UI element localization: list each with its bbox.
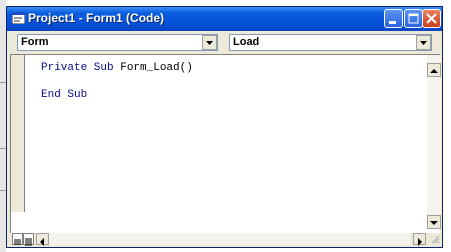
scroll-down-button[interactable]	[427, 215, 441, 229]
chevron-down-icon	[206, 41, 213, 45]
procedure-combo-value: Load	[233, 36, 260, 48]
object-combo-dropdown-button[interactable]	[202, 35, 217, 50]
scroll-left-button[interactable]	[36, 233, 49, 246]
code-keyword: Private Sub	[41, 62, 121, 74]
margin-indicator-bar[interactable]	[11, 55, 25, 212]
code-identifier: Form_Load()	[120, 62, 193, 74]
window-title: Project1 - Form1 (Code)	[28, 11, 165, 25]
full-module-view-icon	[25, 238, 32, 246]
minimize-icon	[389, 21, 396, 24]
procedure-combo[interactable]: Load	[229, 34, 432, 51]
object-combo-value: Form	[21, 36, 49, 48]
code-window: Project1 - Form1 (Code) Form Load Privat…	[6, 6, 443, 248]
horizontal-scroll-track[interactable]	[49, 233, 410, 245]
code-line[interactable]: End Sub	[41, 89, 87, 101]
arrow-up-icon	[430, 69, 438, 73]
resize-grip-icon[interactable]	[429, 233, 440, 245]
maximize-icon	[408, 13, 419, 24]
combo-toolbar: Form Load	[7, 31, 442, 53]
code-editor[interactable]: Private Sub Form_Load() End Sub	[10, 54, 441, 244]
chevron-down-icon	[420, 41, 427, 45]
maximize-button[interactable]	[404, 9, 423, 28]
code-keyword: End Sub	[41, 89, 88, 101]
scroll-up-button[interactable]	[427, 63, 441, 77]
scroll-right-button[interactable]	[413, 233, 426, 246]
object-combo[interactable]: Form	[17, 34, 218, 51]
arrow-down-icon	[430, 221, 438, 225]
vertical-scrollbar[interactable]	[427, 55, 441, 229]
full-module-view-button[interactable]	[23, 233, 34, 246]
arrow-left-icon	[40, 238, 44, 246]
close-button[interactable]	[422, 9, 441, 28]
code-window-icon	[12, 12, 25, 24]
procedure-view-button[interactable]	[12, 233, 23, 245]
title-bar[interactable]: Project1 - Form1 (Code)	[7, 7, 442, 31]
arrow-right-icon	[418, 238, 422, 246]
minimize-button[interactable]	[384, 9, 403, 28]
procedure-view-icon	[14, 239, 21, 245]
procedure-combo-dropdown-button[interactable]	[416, 35, 431, 50]
bottom-scroll-bar	[10, 233, 440, 246]
code-line[interactable]: Private Sub Form_Load()	[41, 62, 193, 74]
close-icon	[426, 13, 437, 24]
